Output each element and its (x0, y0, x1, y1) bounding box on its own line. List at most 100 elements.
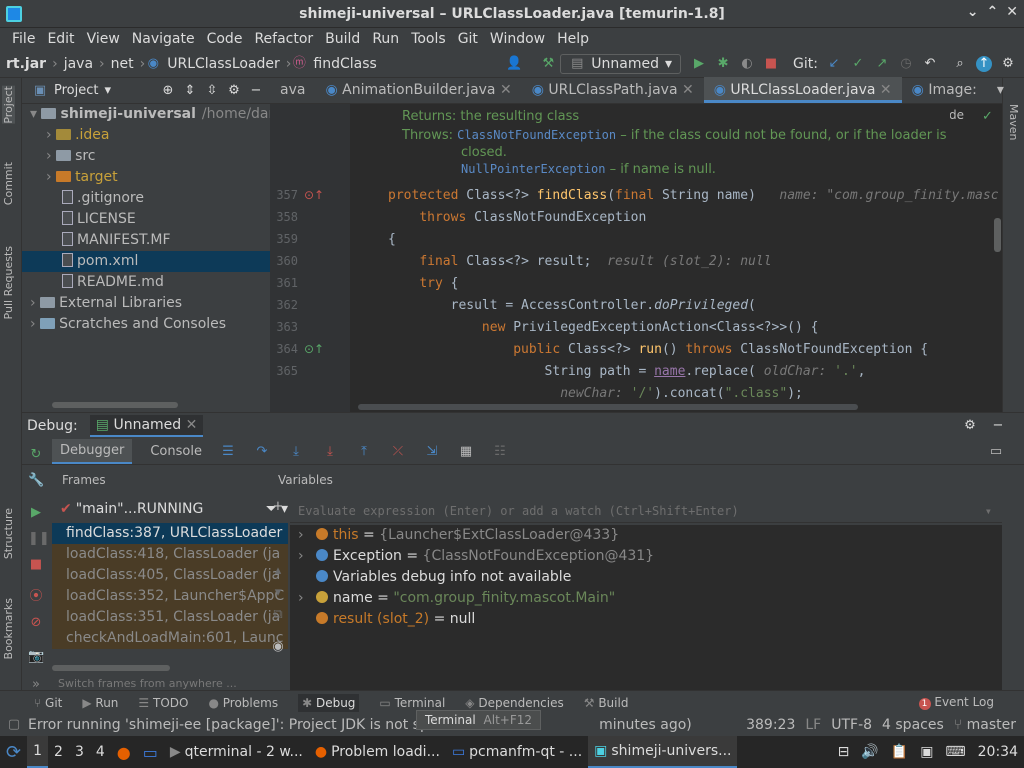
coverage-icon[interactable]: ◐ (739, 56, 755, 72)
tree-item[interactable]: MANIFEST.MF (22, 230, 270, 251)
maximize-button[interactable]: ⌃ (987, 4, 999, 20)
step-into-icon[interactable]: ⤓ (288, 444, 304, 460)
chevron-down-icon[interactable]: ▾ (104, 83, 111, 98)
task-qterminal[interactable]: ▶ qterminal - 2 w... (164, 736, 309, 768)
file-encoding[interactable]: UTF-8 (831, 717, 872, 733)
variable-row[interactable]: Variables debug info not available (290, 567, 1002, 588)
stop-debug-icon[interactable]: ■ (28, 557, 44, 573)
duplicate-icon[interactable]: ⧉ (270, 607, 286, 623)
tool-tab-maven[interactable]: Maven (1007, 104, 1020, 140)
stack-frame[interactable]: findClass:387, URLClassLoader (52, 523, 288, 544)
workspace-1[interactable]: 1 (27, 736, 49, 768)
menu-navigate[interactable]: Navigate (126, 31, 201, 47)
run-icon[interactable]: ▶ (691, 56, 707, 72)
force-step-into-icon[interactable]: ⤓ (322, 444, 338, 460)
stack-frame[interactable]: checkAndLoadMain:601, Launc (52, 628, 288, 649)
event-log-button[interactable]: 1 Event Log (918, 695, 994, 710)
tab-url-class-loader[interactable]: ◉ URLClassLoader.java ✕ (703, 77, 902, 103)
git-update-icon[interactable]: ↙ (826, 56, 842, 72)
breadcrumb-class[interactable]: URLClassLoader (161, 56, 286, 72)
collapse-all-icon[interactable]: ⇳ (204, 83, 220, 99)
menu-refactor[interactable]: Refactor (248, 31, 319, 47)
tray-keyboard-icon[interactable]: ⌨ (939, 736, 971, 768)
search-icon[interactable]: ⌕ (952, 56, 968, 72)
tab-list-chevron[interactable]: ▾ (987, 77, 1014, 103)
rollback-icon[interactable]: ↶ (922, 56, 938, 72)
tool-tab-project[interactable]: Project (2, 86, 15, 124)
evaluate-icon[interactable]: ▦ (458, 444, 474, 460)
bottom-tab-todo[interactable]: ☰ TODO (138, 696, 188, 710)
chevron-down-icon[interactable]: ▾ (985, 504, 992, 518)
tray-network-icon[interactable]: ▣ (914, 736, 939, 768)
menu-file[interactable]: File (6, 31, 41, 47)
firefox-launcher-icon[interactable]: ● (111, 736, 137, 768)
view-breakpoints-icon[interactable]: ⦿ (28, 589, 44, 605)
menu-edit[interactable]: Edit (41, 31, 80, 47)
bottom-tab-run[interactable]: ▶ Run (82, 696, 118, 710)
chevron-right-icon[interactable]: › (46, 148, 56, 164)
step-over-icon[interactable]: ↷ (254, 444, 270, 460)
workspace-3[interactable]: 3 (69, 736, 90, 768)
line-separator[interactable]: LF (805, 717, 821, 733)
tray-volume-icon[interactable]: 🔊 (855, 736, 884, 768)
stack-frame[interactable]: loadClass:405, ClassLoader (ja (52, 565, 288, 586)
task-firefox[interactable]: ● Problem loadi... (309, 736, 446, 768)
tree-item[interactable]: LICENSE (22, 209, 270, 230)
inspection-ok-icon[interactable]: ✓ (982, 109, 993, 124)
tab-animation-builder[interactable]: ◉ AnimationBuilder.java ✕ (315, 77, 521, 103)
close-button[interactable]: ✕ (1006, 4, 1018, 20)
chevron-right-icon[interactable]: › (298, 588, 304, 609)
status-message[interactable]: Error running 'shimeji-ee [package]': Pr… (28, 717, 445, 733)
tree-item[interactable]: › External Libraries (22, 293, 270, 314)
tree-item[interactable]: .gitignore (22, 188, 270, 209)
chevron-down-icon[interactable]: ▾ (30, 106, 41, 122)
start-menu-icon[interactable]: ⟳ (0, 736, 27, 768)
hide-panel-icon[interactable]: − (248, 83, 264, 99)
git-push-icon[interactable]: ↗ (874, 56, 890, 72)
chevron-right-icon[interactable]: › (30, 295, 40, 311)
move-down-icon[interactable]: ▾ (270, 585, 286, 601)
tree-item[interactable]: README.md (22, 272, 270, 293)
menu-run[interactable]: Run (366, 31, 405, 47)
menu-window[interactable]: Window (484, 31, 551, 47)
tray-clipboard-icon[interactable]: 📋 (885, 736, 914, 768)
breadcrumb-method[interactable]: findClass (307, 56, 382, 72)
project-header-label[interactable]: Project (54, 83, 98, 98)
expand-all-icon[interactable]: ⇕ (182, 83, 198, 99)
hide-debug-icon[interactable]: − (990, 418, 1006, 434)
caret-position[interactable]: 389:23 (746, 717, 795, 733)
drop-frame-icon[interactable]: ⤫ (390, 444, 406, 460)
step-out-icon[interactable]: ⤒ (356, 444, 372, 460)
tab-truncated[interactable]: ava (270, 77, 315, 103)
breadcrumb-jar[interactable]: rt.jar (0, 56, 52, 72)
user-icon[interactable]: 👤 (506, 56, 522, 72)
chevron-right-icon[interactable]: › (298, 525, 304, 546)
tool-tab-commit[interactable]: Commit (2, 162, 15, 205)
variable-row[interactable]: › name = "com.group_finity.mascot.Main" (290, 588, 1002, 609)
tab-console[interactable]: Console (150, 444, 202, 459)
variable-row[interactable]: › this = {Launcher$ExtClassLoader@433} (290, 525, 1002, 546)
debug-bug-icon[interactable]: ✱ (715, 56, 731, 72)
task-pcmanfm[interactable]: ▭ pcmanfm-qt - ... (446, 736, 588, 768)
menu-view[interactable]: View (81, 31, 126, 47)
bottom-tab-problems[interactable]: ● Problems (208, 696, 278, 710)
rerun-icon[interactable]: ↻ (28, 447, 44, 463)
tree-item[interactable]: › target (22, 167, 270, 188)
more-tabs-icon[interactable]: ⋮ (1014, 77, 1024, 103)
menu-build[interactable]: Build (319, 31, 366, 47)
variable-row[interactable]: result (slot_2) = null (290, 609, 1002, 630)
git-commit-icon[interactable]: ✓ (850, 56, 866, 72)
stop-icon[interactable]: ■ (763, 56, 779, 72)
minimize-button[interactable]: ⌄ (967, 4, 979, 20)
tray-bluetooth-icon[interactable]: ⊟ (832, 736, 856, 768)
stack-frame[interactable]: loadClass:352, Launcher$AppC (52, 586, 288, 607)
debug-settings-gear-icon[interactable]: ⚙ (962, 418, 978, 434)
tool-tab-pull-requests[interactable]: Pull Requests (2, 246, 15, 319)
chevron-right-icon[interactable]: › (298, 546, 304, 567)
trace-icon[interactable]: ☷ (492, 444, 508, 460)
bottom-tab-debug[interactable]: ✱ Debug (298, 693, 360, 712)
editor-horizontal-scrollbar[interactable] (358, 404, 858, 410)
status-square-icon[interactable]: ▢ (6, 717, 22, 733)
workspace-2[interactable]: 2 (48, 736, 69, 768)
implements-marker-icon[interactable]: ⊙↑ (304, 342, 324, 356)
